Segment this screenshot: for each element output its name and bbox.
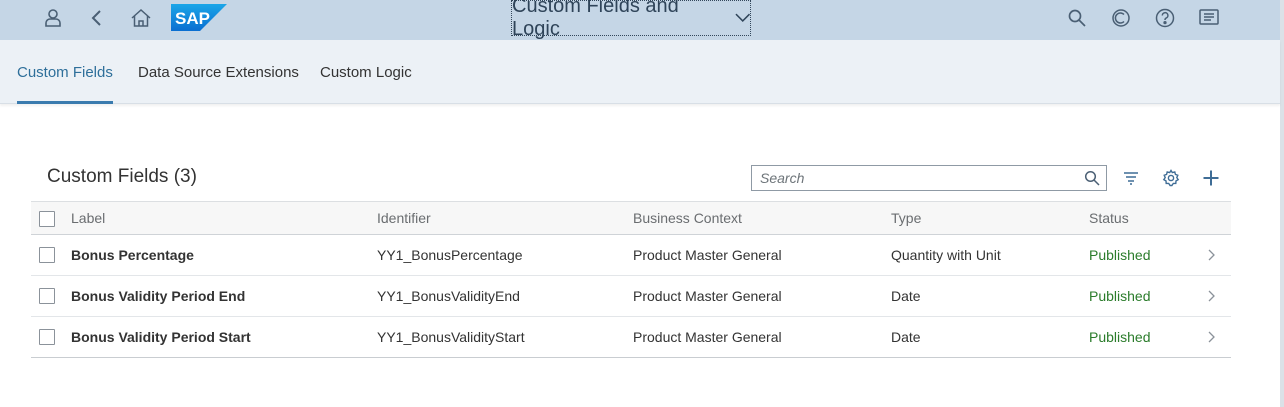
app-title-menu[interactable]: Custom Fields and Logic: [511, 0, 751, 40]
search-field: [751, 165, 1107, 191]
search-icon[interactable]: [1078, 166, 1106, 190]
column-header-identifier[interactable]: Identifier: [377, 202, 431, 234]
cell-status: Published: [1089, 329, 1151, 345]
cell-identifier: YY1_BonusPercentage: [377, 247, 523, 263]
cell-type: Date: [891, 288, 921, 304]
tab-custom-logic[interactable]: Custom Logic: [320, 40, 412, 104]
shell-bar: SAP Custom Fields and Logic: [0, 0, 1280, 40]
cell-label: Bonus Validity Period Start: [71, 329, 251, 345]
search-input[interactable]: [752, 166, 1078, 190]
cell-type: Quantity with Unit: [891, 247, 1001, 263]
select-all-checkbox[interactable]: [39, 211, 55, 227]
chevron-down-icon: [734, 13, 750, 22]
row-checkbox[interactable]: [39, 247, 55, 263]
tab-bar: Custom Fields Data Source Extensions Cus…: [0, 40, 1280, 104]
cell-business-context: Product Master General: [633, 288, 782, 304]
app-title: Custom Fields and Logic: [512, 0, 679, 40]
column-header-status[interactable]: Status: [1089, 202, 1129, 234]
cell-type: Date: [891, 329, 921, 345]
table-row[interactable]: Bonus Validity Period End YY1_BonusValid…: [31, 276, 1231, 317]
settings-gear-icon[interactable]: [1158, 166, 1184, 190]
table-row[interactable]: Bonus Percentage YY1_BonusPercentage Pro…: [31, 235, 1231, 276]
tab-custom-fields[interactable]: Custom Fields: [17, 40, 113, 104]
chevron-right-icon[interactable]: [1207, 276, 1215, 316]
chevron-right-icon[interactable]: [1207, 235, 1215, 275]
sap-logo-text: SAP: [175, 9, 210, 28]
column-header-type[interactable]: Type: [891, 202, 921, 234]
column-header-business-context[interactable]: Business Context: [633, 202, 742, 234]
home-icon[interactable]: [127, 4, 155, 32]
search-icon[interactable]: [1063, 4, 1091, 32]
tab-data-source-extensions[interactable]: Data Source Extensions: [138, 40, 299, 104]
row-checkbox[interactable]: [39, 329, 55, 345]
window-edge: [1280, 0, 1284, 407]
table-row[interactable]: Bonus Validity Period Start YY1_BonusVal…: [31, 317, 1231, 358]
copilot-icon[interactable]: [1107, 4, 1135, 32]
back-icon[interactable]: [83, 4, 111, 32]
cell-status: Published: [1089, 288, 1151, 304]
sap-logo[interactable]: SAP: [171, 4, 227, 31]
cell-label: Bonus Percentage: [71, 247, 194, 263]
custom-fields-table: Label Identifier Business Context Type S…: [31, 201, 1231, 358]
cell-business-context: Product Master General: [633, 329, 782, 345]
notifications-icon[interactable]: [1195, 4, 1223, 32]
add-icon[interactable]: [1198, 166, 1224, 190]
cell-identifier: YY1_BonusValidityEnd: [377, 288, 520, 304]
cell-identifier: YY1_BonusValidityStart: [377, 329, 525, 345]
user-icon[interactable]: [39, 4, 67, 32]
cell-label: Bonus Validity Period End: [71, 288, 246, 304]
sort-icon[interactable]: [1118, 166, 1144, 190]
help-icon[interactable]: [1151, 4, 1179, 32]
cell-business-context: Product Master General: [633, 247, 782, 263]
row-checkbox[interactable]: [39, 288, 55, 304]
column-header-label[interactable]: Label: [71, 202, 105, 234]
table-header-row: Label Identifier Business Context Type S…: [31, 201, 1231, 235]
cell-status: Published: [1089, 247, 1151, 263]
chevron-right-icon[interactable]: [1207, 317, 1215, 357]
table-title: Custom Fields (3): [47, 166, 197, 187]
